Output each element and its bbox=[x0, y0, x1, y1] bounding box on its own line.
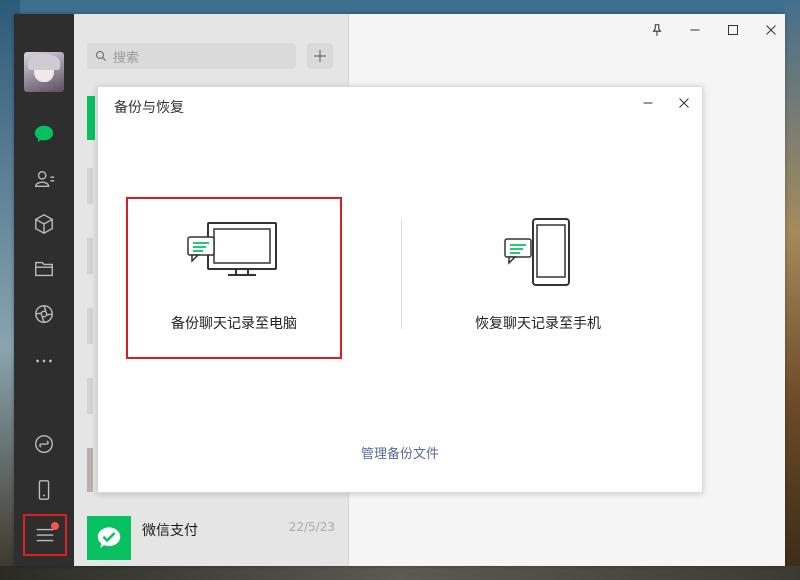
options-divider bbox=[401, 219, 402, 329]
menu-button[interactable] bbox=[23, 514, 67, 556]
contacts-icon[interactable] bbox=[32, 167, 56, 191]
avatar[interactable] bbox=[24, 52, 64, 92]
restore-to-phone-button[interactable]: 恢复聊天记录至手机 bbox=[430, 197, 646, 359]
more-icon[interactable] bbox=[32, 349, 56, 373]
add-button[interactable] bbox=[307, 43, 333, 69]
search-placeholder: 搜索 bbox=[113, 50, 140, 66]
phone-icon[interactable] bbox=[32, 478, 56, 502]
restore-label: 恢复聊天记录至手机 bbox=[475, 316, 601, 332]
plus-icon bbox=[314, 50, 326, 62]
pin-icon[interactable] bbox=[645, 18, 669, 42]
notification-dot bbox=[51, 522, 59, 530]
manage-backup-files-link[interactable]: 管理备份文件 bbox=[98, 443, 702, 462]
list-item[interactable] bbox=[87, 168, 93, 204]
chat-name: 微信支付 bbox=[142, 523, 198, 539]
list-item-wechat-pay[interactable]: 微信支付 22/5/23 bbox=[74, 506, 349, 570]
chat-icon[interactable] bbox=[32, 122, 56, 146]
close-icon[interactable] bbox=[759, 18, 783, 42]
dialog-title: 备份与恢复 bbox=[114, 100, 184, 116]
backup-label: 备份聊天记录至电脑 bbox=[171, 316, 297, 332]
chat-date: 22/5/23 bbox=[288, 520, 335, 534]
sidebar bbox=[14, 14, 74, 566]
minimize-icon[interactable] bbox=[683, 18, 707, 42]
list-item[interactable] bbox=[87, 448, 93, 492]
favorites-icon[interactable] bbox=[32, 212, 56, 236]
phone-chat-icon bbox=[504, 218, 570, 286]
files-icon[interactable] bbox=[32, 257, 56, 281]
search-icon bbox=[95, 50, 106, 61]
maximize-icon[interactable] bbox=[721, 18, 745, 42]
computer-chat-icon bbox=[187, 222, 277, 276]
backup-to-pc-button[interactable]: 备份聊天记录至电脑 bbox=[126, 197, 342, 359]
search-input[interactable]: 搜索 bbox=[87, 43, 296, 69]
list-item[interactable] bbox=[87, 378, 93, 414]
moments-icon[interactable] bbox=[32, 302, 56, 326]
miniprogram-icon[interactable] bbox=[32, 432, 56, 456]
dialog-minimize-icon[interactable] bbox=[638, 93, 658, 113]
backup-restore-dialog: 备份与恢复 备份聊天记录至电脑 恢复聊天记录至手机 管理备份文件 bbox=[97, 86, 703, 493]
dialog-close-icon[interactable] bbox=[674, 93, 694, 113]
list-item[interactable] bbox=[87, 238, 93, 274]
wallpaper-right bbox=[784, 0, 800, 580]
list-item[interactable] bbox=[87, 308, 93, 344]
wechat-pay-icon bbox=[87, 516, 131, 560]
list-item[interactable] bbox=[87, 96, 95, 140]
